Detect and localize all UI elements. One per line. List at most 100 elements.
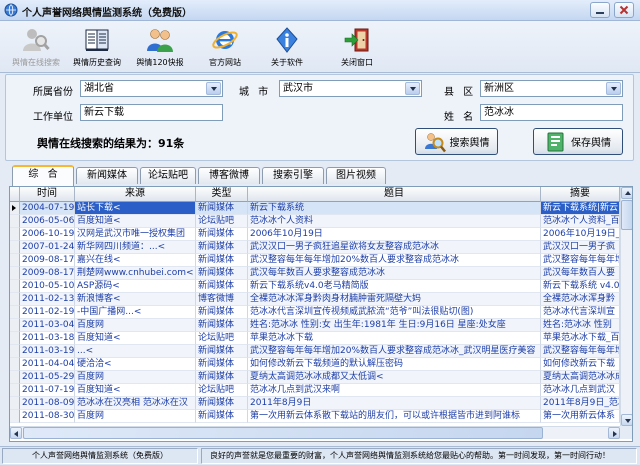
column-header-type[interactable]: 类型 [196, 187, 248, 202]
table-row[interactable]: 2010-05-10 ASP源码< 新闻媒体 新云下载系统v4.0老马精简版 新云下载系… [10, 280, 620, 293]
cell-source[interactable]: 新华网四川频道：...< [75, 241, 196, 254]
table-row[interactable]: 2011-08-30 百度网 新闻媒体 第一次用新云体系散下载站的朋友们，可以或许根据… [10, 410, 620, 423]
cell-source[interactable]: 荆楚网www.cnhubei.com< [75, 267, 196, 280]
row-indicator[interactable] [10, 384, 20, 397]
row-indicator[interactable] [10, 345, 20, 358]
cell-type[interactable]: 新闻媒体 [196, 228, 248, 241]
tab-search-engines[interactable]: 搜索引擎 [262, 167, 324, 184]
tab-news-media[interactable]: 新闻媒体 [76, 167, 138, 184]
table-row[interactable]: 2011-03-19 ...< 新闻媒体 武汉整容每年每年增加20%数百人要求整容成范… [10, 345, 620, 358]
cell-summary[interactable]: 姓名:范冰冰 性别 [541, 319, 620, 332]
city-dropdown-button[interactable] [405, 82, 420, 95]
cell-type[interactable]: 新闻媒体 [196, 241, 248, 254]
cell-title[interactable]: 2006年10月19日 [248, 228, 541, 241]
cell-type[interactable]: 新闻媒体 [196, 306, 248, 319]
vertical-scrollbar[interactable] [620, 187, 632, 426]
cell-summary[interactable]: 武汉每年数百人要 [541, 267, 620, 280]
cell-time[interactable]: 2011-05-29 [20, 371, 75, 384]
row-indicator[interactable] [10, 228, 20, 241]
name-input[interactable]: 范冰冰 [480, 104, 623, 121]
cell-type[interactable]: 新闻媒体 [196, 319, 248, 332]
cell-type[interactable]: 新闻媒体 [196, 254, 248, 267]
cell-time[interactable]: 2011-03-18 [20, 332, 75, 345]
tab-forums[interactable]: 论坛贴吧 [140, 167, 196, 184]
cell-title[interactable]: 姓名:范冰冰 性别:女 出生年:1981年 生日:9月16日 星座:处女座 [248, 319, 541, 332]
cell-source[interactable]: 嘉兴在线< [75, 254, 196, 267]
official-site-button[interactable]: 官方网站 [195, 24, 255, 70]
city-select[interactable]: 武汉市 [279, 80, 422, 97]
cell-source[interactable]: 百度知道< [75, 384, 196, 397]
cell-type[interactable]: 新闻媒体 [196, 358, 248, 371]
quick-report-button[interactable]: 舆情120快报 [130, 24, 190, 70]
scroll-up-button[interactable] [621, 187, 632, 199]
about-button[interactable]: 关于软件 [257, 24, 317, 70]
cell-source[interactable]: 百度知道< [75, 332, 196, 345]
cell-title[interactable]: 武汉每年数百人要求整容成范冰冰 [248, 267, 541, 280]
cell-title[interactable]: 苹果范冰冰下载 [248, 332, 541, 345]
cell-time[interactable]: 2006-05-06 [20, 215, 75, 228]
table-row[interactable]: 2006-10-19 汉网是武汉市唯一授权集团 新闻媒体 2006年10月19日 200… [10, 228, 620, 241]
cell-title[interactable]: 范冰冰几点到武汉来啊 [248, 384, 541, 397]
cell-type[interactable]: 论坛贴吧 [196, 384, 248, 397]
cell-time[interactable]: 2007-01-24 [20, 241, 75, 254]
cell-title[interactable]: 2011年8月9日 [248, 397, 541, 410]
cell-time[interactable]: 2011-02-13 [20, 293, 75, 306]
table-row[interactable]: 2004-07-19 站长下载< 新闻媒体 新云下载系统 新云下载系统|新云 [10, 202, 620, 215]
cell-summary[interactable]: 夏纳太高调范冰冰成 [541, 371, 620, 384]
column-header-summary[interactable]: 摘要 [541, 187, 620, 202]
cell-summary[interactable]: 武汉汉口一男子疯 [541, 241, 620, 254]
cell-time[interactable]: 2006-10-19 [20, 228, 75, 241]
cell-source[interactable]: 百度网 [75, 319, 196, 332]
cell-summary[interactable]: 武汉整容每年每年增 [541, 345, 620, 358]
province-select[interactable]: 湖北省 [80, 80, 223, 97]
search-button[interactable]: 搜索舆情 [415, 128, 498, 155]
column-header-source[interactable]: 来源 [75, 187, 196, 202]
province-dropdown-button[interactable] [206, 82, 221, 95]
scroll-right-button[interactable] [608, 427, 620, 439]
table-row[interactable]: 2011-03-04 百度网 新闻媒体 姓名:范冰冰 性别:女 出生年:1981年 生… [10, 319, 620, 332]
cell-title[interactable]: 夏纳太高调范冰冰成都又太低调< [248, 371, 541, 384]
exit-button[interactable]: 关闭窗口 [327, 24, 387, 70]
table-row[interactable]: 2006-05-06 百度知道< 论坛贴吧 范冰冰个人资料 范冰冰个人资料_百 [10, 215, 620, 228]
cell-source[interactable]: ...< [75, 345, 196, 358]
employer-input[interactable]: 新云下载 [80, 104, 223, 121]
cell-type[interactable]: 新闻媒体 [196, 202, 248, 215]
cell-title[interactable]: 武汉汉口一男子疯狂追星欲将女友整容成范冰冰 [248, 241, 541, 254]
row-indicator[interactable] [10, 280, 20, 293]
row-indicator[interactable] [10, 267, 20, 280]
cell-type[interactable]: 新闻媒体 [196, 410, 248, 423]
online-search-button[interactable]: 舆情在线搜索 [6, 24, 66, 70]
table-row[interactable]: 2011-05-29 百度网 新闻媒体 夏纳太高调范冰冰成都又太低调< 夏纳太高调范冰冰… [10, 371, 620, 384]
cell-source[interactable]: 新浪博客< [75, 293, 196, 306]
row-indicator[interactable] [10, 241, 20, 254]
horizontal-scrollbar[interactable] [10, 426, 620, 439]
table-row[interactable]: 2011-08-09 范冰冰在汉亮相 范冰冰在汉 新闻媒体 2011年8月9日 2011… [10, 397, 620, 410]
vertical-scroll-thumb[interactable] [621, 200, 632, 230]
cell-type[interactable]: 新闻媒体 [196, 371, 248, 384]
cell-type[interactable]: 论坛贴吧 [196, 215, 248, 228]
tab-images-videos[interactable]: 图片视频 [326, 167, 386, 184]
cell-summary[interactable]: 武汉整容每年每年增 [541, 254, 620, 267]
cell-type[interactable]: 新闻媒体 [196, 345, 248, 358]
cell-time[interactable]: 2011-04-04 [20, 358, 75, 371]
cell-type[interactable]: 博客微博 [196, 293, 248, 306]
cell-title[interactable]: 武汉整容每年每年增加20%数百人要求整容成范冰冰_武汉明星医疗美容 [248, 345, 541, 358]
cell-summary[interactable]: 范冰冰代言深圳宣 [541, 306, 620, 319]
close-button[interactable] [614, 2, 634, 18]
table-row[interactable]: 2007-01-24 新华网四川频道：...< 新闻媒体 武汉汉口一男子疯狂追星欲将女… [10, 241, 620, 254]
history-query-button[interactable]: 舆情历史查询 [67, 24, 127, 70]
cell-summary[interactable]: 2006年10月19日_汉 [541, 228, 620, 241]
tab-all[interactable]: 综 合 [12, 165, 74, 186]
cell-title[interactable]: 第一次用新云体系散下载站的朋友们，可以或许根据皆市进到阿谁标 [248, 410, 541, 423]
cell-source[interactable]: 汉网是武汉市唯一授权集团 [75, 228, 196, 241]
row-indicator[interactable] [10, 254, 20, 267]
cell-source[interactable]: 百度网 [75, 371, 196, 384]
row-indicator[interactable] [10, 293, 20, 306]
table-row[interactable]: 2009-08-17 嘉兴在线< 新闻媒体 武汉整容每年每年增加20%数百人要求整容成… [10, 254, 620, 267]
horizontal-scroll-thumb[interactable] [23, 427, 543, 439]
cell-title[interactable]: 如何修改新云下载频道的默认解压密码 [248, 358, 541, 371]
cell-type[interactable]: 新闻媒体 [196, 267, 248, 280]
table-row[interactable]: 2011-03-18 百度知道< 论坛贴吧 苹果范冰冰下载 苹果范冰冰下载_百 [10, 332, 620, 345]
save-button[interactable]: 保存舆情 [533, 128, 623, 155]
column-header-title[interactable]: 题目 [248, 187, 541, 202]
